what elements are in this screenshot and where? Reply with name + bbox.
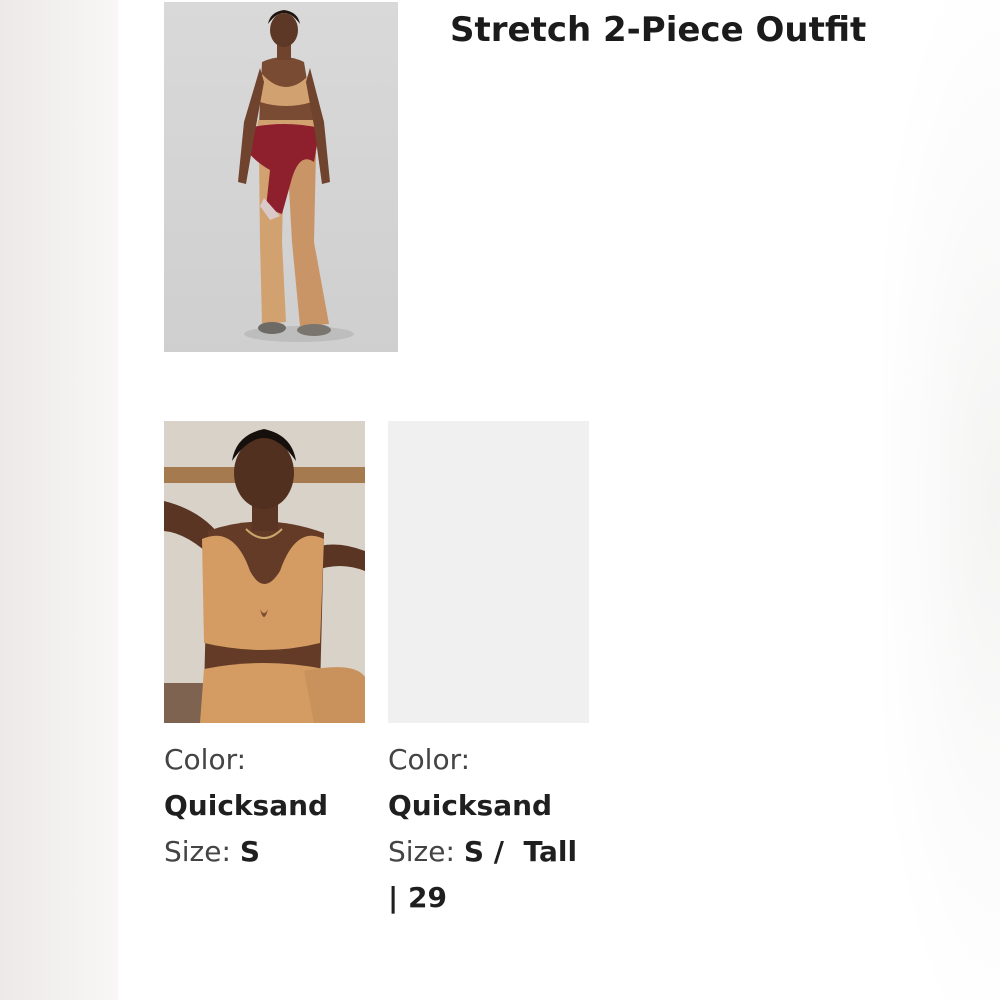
size-value: S [239, 835, 260, 868]
size-label: Size: [388, 835, 455, 868]
item-details-1: Color: Quicksand Size: S [164, 737, 379, 875]
screenshot-frame: Stretch 2-Piece Outfit Color: Quicksand … [0, 0, 1000, 1000]
item-details-2: Color: Quicksand Size: S / Tall | 29 [388, 737, 603, 921]
product-panel: Stretch 2-Piece Outfit Color: Quicksand … [118, 0, 882, 1000]
right-blurred-edge [882, 0, 1000, 1000]
color-label: Color: [164, 743, 247, 776]
model-closeup-image [164, 421, 365, 723]
left-blurred-edge [0, 0, 118, 1000]
size-label: Size: [164, 835, 231, 868]
product-title: Stretch 2-Piece Outfit [450, 10, 867, 50]
product-main-photo[interactable] [164, 2, 398, 352]
model-full-body-image [164, 2, 398, 352]
color-label: Color: [388, 743, 471, 776]
image-placeholder [388, 421, 589, 723]
color-value: Quicksand [164, 789, 329, 822]
product-closeup-photo[interactable] [164, 421, 365, 723]
color-value: Quicksand [388, 789, 553, 822]
